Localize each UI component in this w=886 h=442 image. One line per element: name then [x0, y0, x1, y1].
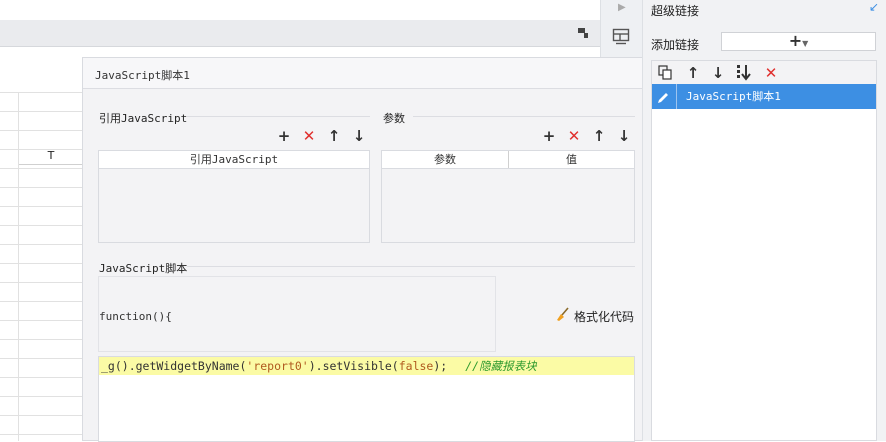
panel-title: 超级链接 — [651, 4, 700, 18]
grid-row-line — [0, 111, 82, 112]
param-value-header[interactable]: 值 — [509, 151, 634, 168]
shrink-arrow-icon[interactable]: ↙ — [869, 0, 879, 14]
code-keyword: false — [398, 359, 434, 373]
javascript-dialog: JavaScript脚本1 引用JavaScript + ✕ ↑ ↓ 引用Jav… — [82, 57, 653, 442]
param-add-icon[interactable]: + — [540, 127, 558, 145]
link-list-toolbar: ↑ ↓ ✕ — [652, 61, 876, 85]
grid-row-line — [0, 168, 82, 169]
ref-js-section-label: 引用JavaScript — [99, 112, 188, 125]
add-icon: + — [788, 31, 803, 50]
grid-row-line — [0, 358, 82, 359]
format-code-label: 格式化代码 — [574, 309, 635, 324]
grid-row-line — [0, 434, 82, 435]
param-section-label: 参数 — [383, 112, 405, 125]
function-header-area: function(){ — [98, 276, 496, 352]
link-list-item-selected[interactable]: JavaScript脚本1 — [652, 84, 876, 109]
dialog-title: JavaScript脚本1 — [83, 58, 653, 89]
param-table[interactable]: 参数 值 — [381, 150, 635, 243]
grid-row-line — [0, 206, 82, 207]
ref-add-icon[interactable]: + — [275, 127, 293, 145]
ref-delete-icon[interactable]: ✕ — [300, 127, 318, 145]
script-section-label: JavaScript脚本 — [99, 262, 188, 275]
link-move-up-icon[interactable]: ↑ — [684, 64, 702, 82]
param-delete-icon[interactable]: ✕ — [565, 127, 583, 145]
grid-row-line — [0, 415, 82, 416]
column-header-T[interactable]: T — [18, 148, 83, 165]
code-call-2: ).setVisible( — [308, 359, 399, 373]
row-header-divider — [18, 92, 19, 441]
collapse-arrow-icon[interactable]: ▶ — [618, 2, 626, 13]
top-strip — [0, 0, 600, 20]
hyperlink-panel: 超级链接 ↙ 添加链接 +▼ ↑ ↓ ✕ JavaScript脚本1 — [642, 0, 886, 441]
grid-row-line — [0, 339, 82, 340]
ref-move-up-icon[interactable]: ↑ — [325, 127, 343, 145]
code-comment: //隐藏报表块 — [465, 359, 537, 373]
grid-row-line — [0, 149, 82, 150]
code-line-1[interactable]: _g().getWidgetByName('report0').setVisib… — [99, 357, 634, 375]
param-move-down-icon[interactable]: ↓ — [615, 127, 633, 145]
grid-row-line — [0, 263, 82, 264]
sort-icon[interactable] — [736, 64, 752, 84]
format-code-button[interactable]: 格式化代码 — [555, 307, 634, 325]
edit-pencil-icon — [656, 89, 670, 114]
ref-js-table-header[interactable]: 引用JavaScript — [99, 151, 369, 169]
code-call: _g().getWidgetByName( — [101, 359, 247, 373]
script-divider — [187, 266, 635, 267]
grid-row-line — [0, 187, 82, 188]
grid-row-line — [0, 244, 82, 245]
link-list-item-label: JavaScript脚本1 — [686, 90, 781, 103]
param-move-up-icon[interactable]: ↑ — [590, 127, 608, 145]
dropdown-arrow-icon: ▼ — [802, 39, 809, 48]
grid-row-line — [0, 282, 82, 283]
widget-layout-icon[interactable] — [612, 28, 630, 49]
editor-toolbar — [0, 20, 600, 47]
ref-move-down-icon[interactable]: ↓ — [350, 127, 368, 145]
code-string: 'report0' — [246, 359, 309, 373]
grid-row-line — [0, 396, 82, 397]
grid-row-line — [0, 320, 82, 321]
add-link-dropdown[interactable]: +▼ — [721, 32, 876, 51]
grid-row-line — [0, 377, 82, 378]
ref-js-table[interactable]: 引用JavaScript — [98, 150, 370, 243]
param-divider — [413, 116, 635, 117]
code-editor[interactable]: _g().getWidgetByName('report0').setVisib… — [98, 356, 635, 442]
grid-row-line — [0, 92, 82, 93]
grid-row-line — [0, 130, 82, 131]
format-painter-icon[interactable] — [576, 26, 590, 43]
add-link-label: 添加链接 — [651, 38, 700, 52]
grid-row-line — [0, 301, 82, 302]
link-move-down-icon[interactable]: ↓ — [709, 64, 727, 82]
link-delete-icon[interactable]: ✕ — [762, 64, 780, 82]
param-name-header[interactable]: 参数 — [382, 151, 509, 168]
grid-row-line — [0, 225, 82, 226]
link-list[interactable]: ↑ ↓ ✕ JavaScript脚本1 — [651, 60, 877, 441]
param-table-header-row: 参数 值 — [382, 151, 634, 169]
broom-icon — [555, 307, 570, 325]
ref-js-divider — [187, 116, 370, 117]
code-end: ); — [433, 359, 448, 373]
spreadsheet-grid[interactable]: T — [0, 72, 83, 441]
function-open-text: function(){ — [99, 310, 172, 323]
copy-icon[interactable] — [658, 65, 673, 83]
